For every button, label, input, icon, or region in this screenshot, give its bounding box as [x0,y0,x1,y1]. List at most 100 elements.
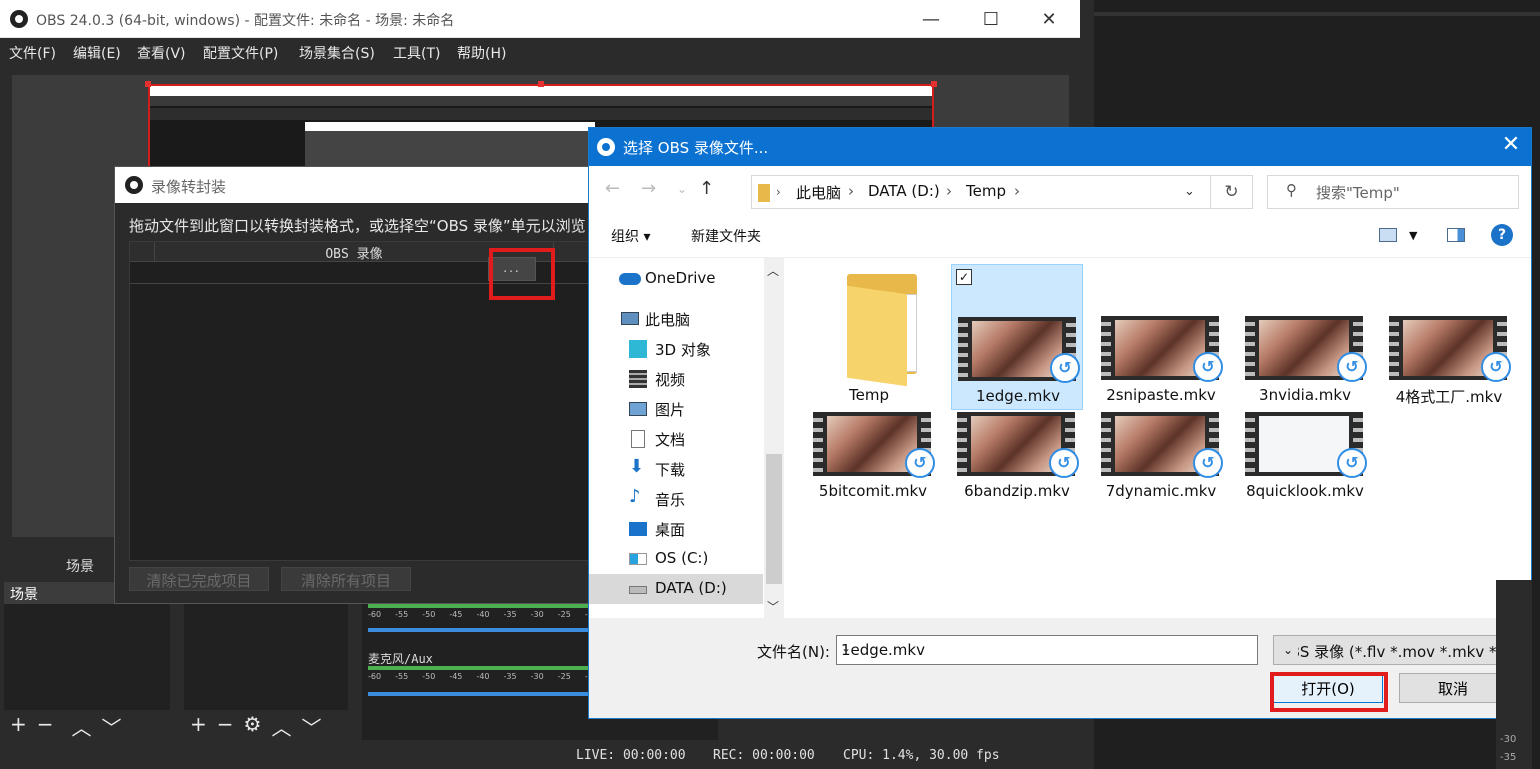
obs-logo-icon [125,176,143,194]
sidebar-item-os-c[interactable]: OS (C:) [589,544,763,574]
move-down-icon[interactable]: ﹀ [102,712,122,741]
move-down-icon[interactable]: ﹀ [301,712,321,741]
volume-slider[interactable] [368,628,590,632]
chevron-down-icon[interactable]: ⌄ [1184,184,1195,199]
preview-pane-icon[interactable] [1447,228,1465,242]
sidebar-item-documents[interactable]: 文档 [589,424,763,454]
remux-dialog: 录像转封装 拖动文件到此窗口以转换封装格式，或选择空“OBS 录像”单元以浏览 … [114,166,595,604]
sidebar-item-video[interactable]: 视频 [589,364,763,394]
cancel-button[interactable]: 取消 [1399,673,1507,703]
sidebar-item-onedrive[interactable]: OneDrive [589,264,763,294]
address-bar[interactable]: › 此电脑 › DATA (D:) › Temp › ⌄ [751,175,1211,209]
minimize-button[interactable]: — [900,0,962,38]
captured-titlebar [150,86,932,96]
chevron-down-icon[interactable]: ⌄ [841,641,1251,655]
clear-completed-button[interactable]: 清除已完成项目 [129,567,269,591]
close-button[interactable]: ✕ [1493,132,1529,162]
gear-icon[interactable]: ⚙ [244,712,262,741]
obs-logo-icon [10,10,28,28]
clear-all-button[interactable]: 清除所有项目 [281,567,411,591]
maximize-button[interactable]: ☐ [960,0,1022,38]
sidebar-scrollbar[interactable]: ︿ ﹀ [764,258,784,618]
scroll-up-icon[interactable]: ︿ [767,262,779,279]
checkbox-icon[interactable]: ✓ [956,269,972,285]
pictures-icon [629,402,647,416]
captured-toolbar [150,108,932,120]
chevron-right-icon: › [946,182,952,200]
chevron-down-icon[interactable]: ⌄ [1278,636,1298,664]
windows-drive-icon [629,553,647,565]
menu-scene-collection[interactable]: 场景集合(S) [299,43,375,63]
file-type-value: OBS 录像 (*.flv *.mov *.mkv *. [1278,643,1502,661]
file-item-temp[interactable]: Temp [803,264,935,410]
resize-handle[interactable] [538,81,544,87]
remove-icon[interactable]: − [37,712,54,741]
volume-slider[interactable] [368,692,590,696]
file-dialog-footer: 文件名(N): 1edge.mkv ⌄ OBS 录像 (*.flv *.mov … [589,618,1531,718]
breadcrumb-this-pc[interactable]: 此电脑 [796,182,841,203]
file-item-7dynamic[interactable]: ↺ 7dynamic.mkv [1095,408,1227,504]
file-item-2snipaste[interactable]: ↺ 2snipaste.mkv [1095,264,1227,410]
view-options-icon[interactable] [1379,228,1397,242]
scroll-down-icon[interactable]: ﹀ [767,598,779,615]
add-icon[interactable]: + [10,712,27,741]
drive-icon [629,586,647,594]
filename-input[interactable]: 1edge.mkv ⌄ [836,635,1258,665]
menu-help[interactable]: 帮助(H) [457,43,506,63]
file-item-1edge[interactable]: ✓ ↺ 1edge.mkv [951,264,1083,410]
forward-arrow-icon[interactable]: → [641,178,656,199]
remux-title: 录像转封装 [151,178,227,196]
sidebar-item-pictures[interactable]: 图片 [589,394,763,424]
meter-scale: -60-55-50-45-40-35-30-25-20 [368,610,598,619]
file-item-3nvidia[interactable]: ↺ 3nvidia.mkv [1239,264,1371,410]
breadcrumb-data-d[interactable]: DATA (D:) [868,182,940,200]
recent-dropdown-icon[interactable]: ⌄ [677,182,687,196]
file-item-4format-factory[interactable]: ↺ 4格式工厂.mkv [1383,264,1515,410]
3d-objects-icon [629,340,647,358]
menu-file[interactable]: 文件(F) [9,43,56,63]
sidebar-item-desktop[interactable]: 桌面 [589,514,763,544]
chevron-down-icon[interactable]: ▼ [1409,229,1417,242]
resize-handle[interactable] [145,81,151,87]
obs-logo-icon [597,138,615,156]
file-item-8quicklook[interactable]: ↺ 8quicklook.mkv [1239,408,1371,504]
obs-menubar: 文件(F) 编辑(E) 查看(V) 配置文件(P) 场景集合(S) 工具(T) … [0,38,1080,66]
file-item-5bitcomit[interactable]: ↺ 5bitcomit.mkv [807,408,939,504]
menu-profile[interactable]: 配置文件(P) [203,43,278,63]
menu-edit[interactable]: 编辑(E) [73,43,121,63]
file-type-select[interactable]: OBS 录像 (*.flv *.mov *.mkv *. ⌄ [1273,635,1507,665]
close-button[interactable]: ✕ [1018,0,1080,38]
video-thumbnail-icon: ↺ [1389,316,1511,382]
video-thumbnail-icon: ↺ [957,412,1079,478]
help-icon[interactable]: ? [1491,224,1513,246]
refresh-icon: ↻ [1224,182,1239,202]
up-arrow-icon[interactable]: ↑ [699,178,714,199]
documents-icon [631,430,645,448]
remove-icon[interactable]: − [217,712,234,741]
move-up-icon[interactable]: ︿ [72,712,92,741]
scrollbar-thumb[interactable] [766,454,782,584]
menu-view[interactable]: 查看(V) [137,43,186,63]
menu-tools[interactable]: 工具(T) [393,43,440,63]
video-thumbnail-icon: ↺ [1245,316,1367,382]
chevron-right-icon: › [776,185,781,199]
organize-button[interactable]: 组织 ▾ [611,226,650,246]
search-placeholder: 搜索"Temp" [1316,184,1400,202]
video-thumbnail-icon: ↺ [958,317,1080,383]
sidebar-item-this-pc[interactable]: 此电脑 [589,304,763,334]
search-input[interactable]: ⚲ 搜索"Temp" [1267,175,1519,209]
file-item-6bandzip[interactable]: ↺ 6bandzip.mkv [951,408,1083,504]
sidebar-item-data-d[interactable]: DATA (D:) [589,574,763,604]
move-up-icon[interactable]: ︿ [271,712,291,741]
add-icon[interactable]: + [190,712,207,741]
back-arrow-icon[interactable]: ← [605,178,620,199]
sidebar-item-downloads[interactable]: ⬇ 下载 [589,454,763,484]
file-dialog-title: 选择 OBS 录像文件... [623,139,769,157]
breadcrumb-temp[interactable]: Temp [966,182,1006,200]
obs-titlebar: OBS 24.0.3 (64-bit, windows) - 配置文件: 未命名… [0,0,1080,38]
new-folder-button[interactable]: 新建文件夹 [691,226,761,246]
sidebar-item-3d-objects[interactable]: 3D 对象 [589,334,763,364]
resize-handle[interactable] [931,81,937,87]
refresh-button[interactable]: ↻ [1211,175,1253,209]
sidebar-item-music[interactable]: ♪ 音乐 [589,484,763,514]
